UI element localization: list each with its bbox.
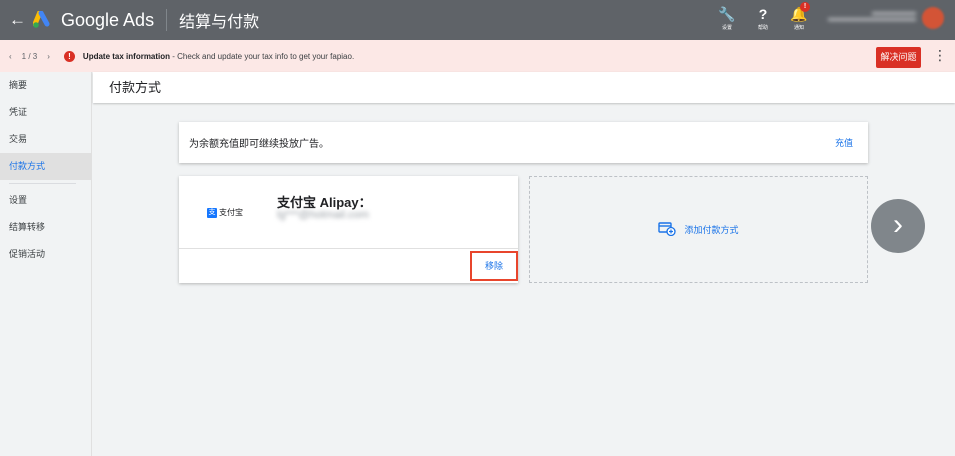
top-up-message: 为余额充值即可继续投放广告。 [189,139,329,150]
settings-label: 设置 [721,25,732,31]
next-alert-button[interactable]: › [47,52,50,61]
alipay-logo: 支支付宝 [207,207,243,218]
sidebar-item-documents[interactable]: 凭证 [0,99,91,126]
sidebar-item-settings[interactable]: 设置 [0,187,91,214]
wrench-icon: 🔧 [718,6,736,22]
payment-account-email: lg***@hotmail.com [277,209,369,221]
divider [166,9,168,31]
alert-page-indicator: 1 / 3 [21,51,38,61]
add-payment-method-button[interactable]: 添加付款方式 [529,176,868,283]
alert-text: - Check and update your tax info to get … [170,51,355,61]
fix-issue-button[interactable]: 解决问题 [876,47,921,68]
brand-name: Google Ads [61,9,155,30]
settings-button[interactable]: 🔧 设置 [716,4,738,31]
error-icon: ! [63,50,75,62]
account-info-blurred[interactable] [828,9,916,25]
card-divider [179,248,518,249]
sidebar-item-promotions[interactable]: 促销活动 [0,241,91,268]
alipay-logo-text: 支付宝 [219,208,243,217]
page-section-title: 结算与付款 [179,14,260,31]
add-card-icon [658,221,677,238]
alert-bar: ‹ 1 / 3 › ! Update tax information - Che… [0,40,955,72]
carousel-next-button[interactable]: › [871,199,925,253]
top-bar: ← Google Ads 结算与付款 🔧 设置 ? 帮助 🔔! 通知 [0,0,955,40]
help-button[interactable]: ? 帮助 [752,4,774,31]
sidebar-item-summary[interactable]: 摘要 [0,72,91,99]
sidebar-item-billing-transfer[interactable]: 结算转移 [0,214,91,241]
alert-message: Update tax information - Check and updat… [83,52,354,61]
help-label: 帮助 [757,25,768,31]
sidebar-divider [9,183,76,184]
notifications-label: 通知 [793,25,804,31]
help-icon: ? [758,6,768,22]
page-title: 付款方式 [93,72,955,103]
notifications-button[interactable]: 🔔! 通知 [788,2,810,31]
payment-method-card: 支支付宝 支付宝 Alipay： lg***@hotmail.com 移除 [179,176,518,283]
google-ads-logo [32,9,53,29]
more-options-icon[interactable]: ⋮ [933,47,947,64]
back-arrow-icon[interactable]: ← [9,10,26,30]
prev-alert-button[interactable]: ‹ [9,52,12,61]
alipay-icon: 支 [207,207,217,218]
notification-badge: ! [800,2,810,12]
avatar[interactable] [922,7,944,29]
sidebar: 摘要 凭证 交易 付款方式 设置 结算转移 促销活动 [0,72,92,456]
alert-title: Update tax information [82,51,171,61]
sidebar-item-payment-methods[interactable]: 付款方式 [0,153,91,180]
top-up-link[interactable]: 充值 [835,136,853,149]
remove-button[interactable]: 移除 [470,251,518,281]
add-payment-method-label: 添加付款方式 [684,225,739,235]
top-up-card: 为余额充值即可继续投放广告。 充值 [179,122,868,163]
sidebar-item-transactions[interactable]: 交易 [0,126,91,153]
